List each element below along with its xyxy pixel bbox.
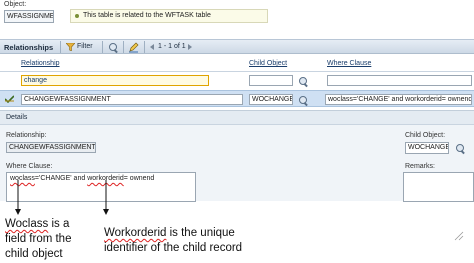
workorderid-annotation-rest: is the unique bbox=[166, 227, 235, 239]
woclass-annotation-line3: child object bbox=[5, 248, 63, 260]
workorderid-annotation: Workorderid is the unique identifier of … bbox=[104, 226, 304, 256]
workorderid-annotation-word: Workorderid bbox=[104, 227, 167, 239]
woclass-annotation: Woclass is a field from the child object bbox=[5, 217, 95, 262]
resize-handle-icon[interactable] bbox=[454, 231, 464, 241]
woclass-annotation-line2: field from the bbox=[5, 233, 72, 245]
woclass-annotation-rest: is a bbox=[48, 218, 70, 230]
woclass-annotation-word: Woclass bbox=[5, 218, 49, 230]
workorderid-annotation-line2: identifier of the child record bbox=[104, 242, 243, 254]
